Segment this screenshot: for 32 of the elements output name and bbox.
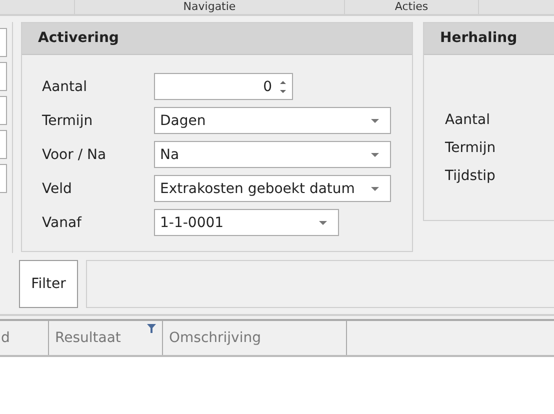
field-label: Termijn bbox=[445, 140, 497, 156]
dropdown-field[interactable]: 1-1-0001 bbox=[154, 209, 339, 236]
column-header[interactable]: Resultaat bbox=[49, 321, 163, 355]
field-label: Voor / Na bbox=[42, 146, 108, 162]
dropdown-arrow-icon[interactable] bbox=[370, 118, 380, 124]
field-label: Aantal bbox=[42, 78, 88, 94]
field-label: Vanaf bbox=[42, 214, 83, 230]
section-header[interactable]: Navigatie bbox=[75, 0, 345, 14]
filter-button[interactable]: Filter bbox=[19, 260, 78, 308]
input-field[interactable] bbox=[0, 62, 7, 91]
dropdown-field[interactable]: Na bbox=[154, 141, 391, 168]
column-header[interactable]: Omschrijving bbox=[163, 321, 347, 355]
dropdown-arrow-icon[interactable] bbox=[370, 186, 380, 192]
group-title: Herhaling bbox=[424, 23, 554, 55]
input-field[interactable] bbox=[0, 130, 7, 159]
field-label: Tijdstip bbox=[445, 168, 496, 184]
group-title: Activering bbox=[22, 23, 412, 55]
dropdown-field[interactable]: Extrakosten geboekt datum bbox=[154, 175, 391, 202]
section-header[interactable]: Acties bbox=[345, 0, 479, 14]
field-label: Termijn bbox=[42, 112, 94, 128]
dropdown-field[interactable]: Dagen bbox=[154, 107, 391, 134]
input-field[interactable] bbox=[0, 28, 7, 57]
field-label: Veld bbox=[42, 180, 73, 196]
input-field[interactable] bbox=[0, 96, 7, 125]
filter-field[interactable] bbox=[86, 260, 554, 308]
filter-icon[interactable] bbox=[147, 324, 156, 333]
dropdown-arrow-icon[interactable] bbox=[318, 220, 328, 226]
column-header[interactable]: d bbox=[0, 321, 49, 355]
input-field[interactable] bbox=[0, 164, 7, 193]
spin-field[interactable]: 0 bbox=[154, 73, 293, 100]
dropdown-arrow-icon[interactable] bbox=[370, 152, 380, 158]
field-label: Aantal bbox=[445, 112, 491, 128]
